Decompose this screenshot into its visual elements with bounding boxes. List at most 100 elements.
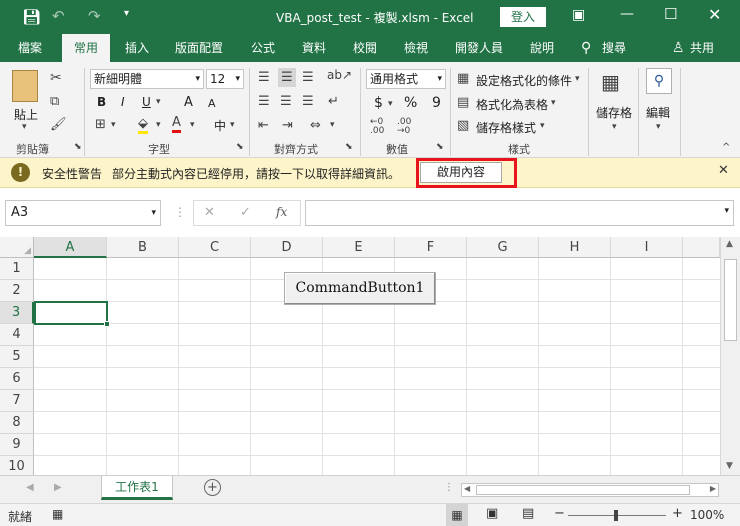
decrease-decimal-icon[interactable]: .00 →0 (397, 118, 411, 136)
underline-button[interactable]: U (142, 95, 151, 109)
tab-developer[interactable]: 開發人員 (455, 34, 503, 62)
zoom-slider[interactable] (568, 510, 666, 521)
collapse-ribbon-icon[interactable]: ^ (722, 142, 730, 153)
name-box[interactable]: A3 ▾ (5, 200, 161, 226)
share-label[interactable]: 共用 (690, 34, 714, 62)
wrap-text-icon[interactable]: ↵ (328, 94, 339, 109)
chevron-down-icon[interactable]: ▾ (230, 120, 235, 130)
scroll-left-icon[interactable]: ◀ (464, 484, 470, 493)
scroll-right-icon[interactable]: ▶ (710, 484, 716, 493)
horizontal-scrollbar[interactable]: ◀ ▶ (461, 483, 719, 497)
close-icon[interactable]: ✕ (718, 163, 729, 178)
cut-icon[interactable]: ✂ (50, 70, 62, 86)
zoom-slider-thumb[interactable] (614, 510, 618, 521)
tab-splitter-icon[interactable]: ⋮ (444, 482, 454, 493)
zoom-out-icon[interactable]: − (554, 506, 565, 521)
security-warning-message[interactable]: 部分主動式內容已經停用，請按一下以取得詳細資訊。 (112, 165, 400, 182)
align-bottom-icon[interactable]: ☰ (302, 70, 314, 85)
row-header[interactable]: 7 (0, 390, 34, 412)
merge-center-icon[interactable]: ⇔ (310, 118, 321, 133)
vertical-scrollbar[interactable]: ▲ ▼ (720, 237, 740, 475)
orientation-icon[interactable]: ab↗ (327, 68, 352, 82)
save-icon[interactable]: 💾︎ (22, 8, 41, 26)
tab-help[interactable]: 說明 (530, 34, 554, 62)
normal-view-icon[interactable]: ▦ (446, 504, 468, 526)
column-header[interactable]: G (467, 237, 539, 258)
add-sheet-icon[interactable]: + (204, 479, 221, 496)
chevron-down-icon[interactable]: ▾ (575, 74, 580, 84)
column-header[interactable]: H (539, 237, 611, 258)
chevron-down-icon[interactable]: ▾ (540, 121, 545, 131)
conditional-formatting-icon[interactable]: ▦ (457, 71, 469, 86)
fill-handle[interactable] (104, 321, 110, 327)
paste-icon[interactable] (12, 70, 38, 102)
worksheet-grid[interactable]: ◢ A B C D E F G H I 1 2 3 4 5 6 7 8 9 10… (0, 237, 720, 475)
row-header[interactable]: 6 (0, 368, 34, 390)
cancel-icon[interactable]: ✕ (204, 205, 215, 220)
font-name-select[interactable]: 新細明體 ▾ (90, 69, 204, 89)
search-icon[interactable]: ⚲ (581, 34, 591, 62)
chevron-down-icon[interactable]: ▾ (612, 122, 617, 132)
tab-home[interactable]: 常用 (62, 34, 110, 62)
ribbon-display-options-icon[interactable]: ▣ (572, 7, 585, 23)
tab-file[interactable]: 檔案 (18, 34, 42, 62)
prev-sheet-icon[interactable]: ◀ (26, 482, 34, 493)
next-sheet-icon[interactable]: ▶ (54, 482, 62, 493)
chevron-down-icon[interactable]: ▾ (156, 120, 161, 130)
column-header[interactable]: E (323, 237, 395, 258)
number-dialog-icon[interactable]: ⬊ (436, 142, 444, 152)
zoom-in-icon[interactable]: + (672, 506, 683, 521)
paste-dropdown-icon[interactable]: ▾ (22, 122, 27, 132)
tab-formulas[interactable]: 公式 (251, 34, 275, 62)
number-format-select[interactable]: 通用格式 ▾ (366, 69, 446, 89)
copy-icon[interactable]: ⧉ (50, 94, 59, 109)
maximize-icon[interactable]: ☐ (664, 5, 677, 23)
cell-styles-button[interactable]: 儲存格樣式 (476, 119, 536, 136)
row-header[interactable]: 10 (0, 456, 34, 475)
scroll-up-icon[interactable]: ▲ (726, 239, 733, 249)
scroll-thumb[interactable] (476, 485, 690, 495)
scroll-down-icon[interactable]: ▼ (726, 461, 733, 471)
insert-function-icon[interactable]: fx (276, 205, 287, 219)
row-header[interactable]: 5 (0, 346, 34, 368)
signin-button[interactable]: 登入 (500, 7, 546, 27)
row-header[interactable]: 1 (0, 258, 34, 280)
chevron-down-icon[interactable]: ▾ (330, 120, 335, 130)
enter-icon[interactable]: ✓ (240, 205, 251, 220)
column-header[interactable]: C (179, 237, 251, 258)
comma-button[interactable]: 9 (432, 95, 441, 111)
close-icon[interactable]: ✕ (708, 5, 721, 24)
italic-button[interactable]: I (121, 95, 125, 109)
tab-page-layout[interactable]: 版面配置 (175, 34, 223, 62)
grow-font-button[interactable]: A (184, 95, 193, 110)
clipboard-dialog-icon[interactable]: ⬊ (74, 142, 82, 152)
percent-button[interactable]: % (404, 95, 417, 111)
row-header[interactable]: 9 (0, 434, 34, 456)
fill-color-icon[interactable]: ⬙ (138, 116, 148, 134)
minimize-icon[interactable]: — (620, 6, 634, 22)
align-right-icon[interactable]: ☰ (302, 94, 314, 109)
page-break-view-icon[interactable]: ▤ (522, 506, 534, 521)
editing-button[interactable]: 編輯 (646, 104, 670, 121)
command-button[interactable]: CommandButton1 (284, 272, 436, 305)
page-layout-view-icon[interactable]: ▣ (486, 506, 498, 521)
chevron-down-icon[interactable]: ▾ (156, 97, 161, 107)
chevron-down-icon[interactable]: ▾ (190, 120, 195, 130)
formula-bar-splitter-icon[interactable]: ⋮ (174, 205, 186, 219)
tab-insert[interactable]: 插入 (125, 34, 149, 62)
phonetic-guide-button[interactable]: 中 (214, 117, 226, 134)
currency-button[interactable]: $ (374, 95, 383, 111)
font-dialog-icon[interactable]: ⬊ (236, 142, 244, 152)
column-header[interactable]: F (395, 237, 467, 258)
scroll-thumb[interactable] (724, 259, 737, 341)
cells-button[interactable]: 儲存格 (596, 104, 632, 121)
align-middle-icon[interactable]: ☰ (278, 68, 296, 87)
column-header[interactable]: B (107, 237, 179, 258)
increase-decimal-icon[interactable]: ←0.00 (370, 118, 384, 136)
align-center-icon[interactable]: ☰ (280, 94, 292, 109)
font-size-select[interactable]: 12 ▾ (206, 69, 244, 89)
redo-icon[interactable]: ↷ (88, 7, 101, 25)
borders-icon[interactable]: ⊞ (95, 117, 106, 132)
format-as-table-icon[interactable]: ▤ (457, 95, 469, 110)
increase-indent-icon[interactable]: ⇥ (282, 118, 293, 133)
